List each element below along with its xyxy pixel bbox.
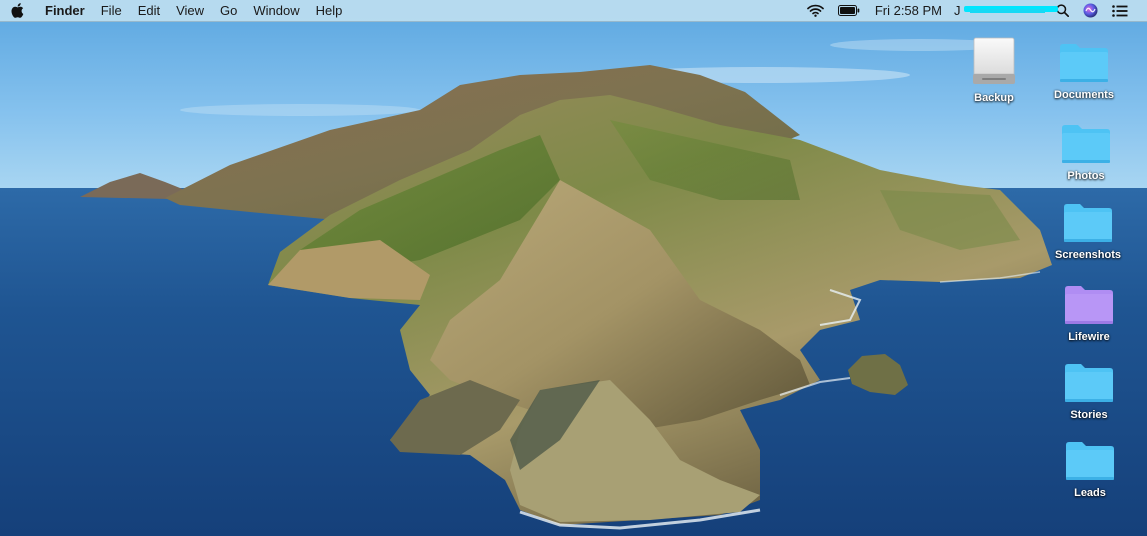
menu-window[interactable]: Window <box>245 0 307 21</box>
desktop-icon-stories[interactable]: Stories <box>1049 363 1129 421</box>
battery-icon[interactable] <box>831 0 867 21</box>
folder-icon <box>1062 125 1110 163</box>
desktop-icon-screenshots[interactable]: Screenshots <box>1048 203 1128 261</box>
desktop-icon-label: Photos <box>1067 170 1105 182</box>
desktop[interactable]: Finder File Edit View Go Window Help Fri… <box>0 0 1147 536</box>
notification-center-icon[interactable] <box>1105 0 1135 21</box>
folder-icon <box>1065 286 1113 324</box>
desktop-icon-label: Screenshots <box>1054 249 1122 261</box>
clock[interactable]: Fri 2:58 PM <box>867 3 950 18</box>
menu-app-finder[interactable]: Finder <box>39 0 93 21</box>
folder-icon <box>1060 44 1108 82</box>
siri-icon[interactable] <box>1076 0 1105 21</box>
desktop-icon-label: Lifewire <box>1068 331 1110 343</box>
desktop-icon-leads[interactable]: Leads <box>1050 441 1130 499</box>
user-name-initial: J <box>954 3 961 18</box>
desktop-icon-lifewire[interactable]: Lifewire <box>1049 285 1129 343</box>
user-name-menu[interactable]: J <box>950 0 1058 21</box>
desktop-icon-label: Documents <box>1054 89 1114 101</box>
desktop-icon-label: Backup <box>974 92 1014 104</box>
menu-bar: Finder File Edit View Go Window Help Fri… <box>0 0 1147 22</box>
menu-go[interactable]: Go <box>212 0 245 21</box>
desktop-icon-backup[interactable]: Backup <box>954 36 1034 104</box>
desktop-icon-documents[interactable]: Documents <box>1044 43 1124 101</box>
folder-icon <box>1066 442 1114 480</box>
wifi-icon[interactable] <box>800 0 831 21</box>
folder-icon <box>1064 204 1112 242</box>
folder-icon <box>1065 364 1113 402</box>
desktop-icon-label: Stories <box>1070 409 1108 421</box>
apple-menu-icon[interactable] <box>11 3 25 19</box>
menu-file[interactable]: File <box>93 0 130 21</box>
menu-view[interactable]: View <box>168 0 212 21</box>
external-drive-icon <box>973 37 1015 84</box>
desktop-icon-photos[interactable]: Photos <box>1046 124 1126 182</box>
menu-edit[interactable]: Edit <box>130 0 168 21</box>
desktop-icon-label: Leads <box>1074 487 1106 499</box>
menu-help[interactable]: Help <box>308 0 351 21</box>
redaction-mark <box>970 9 1045 13</box>
